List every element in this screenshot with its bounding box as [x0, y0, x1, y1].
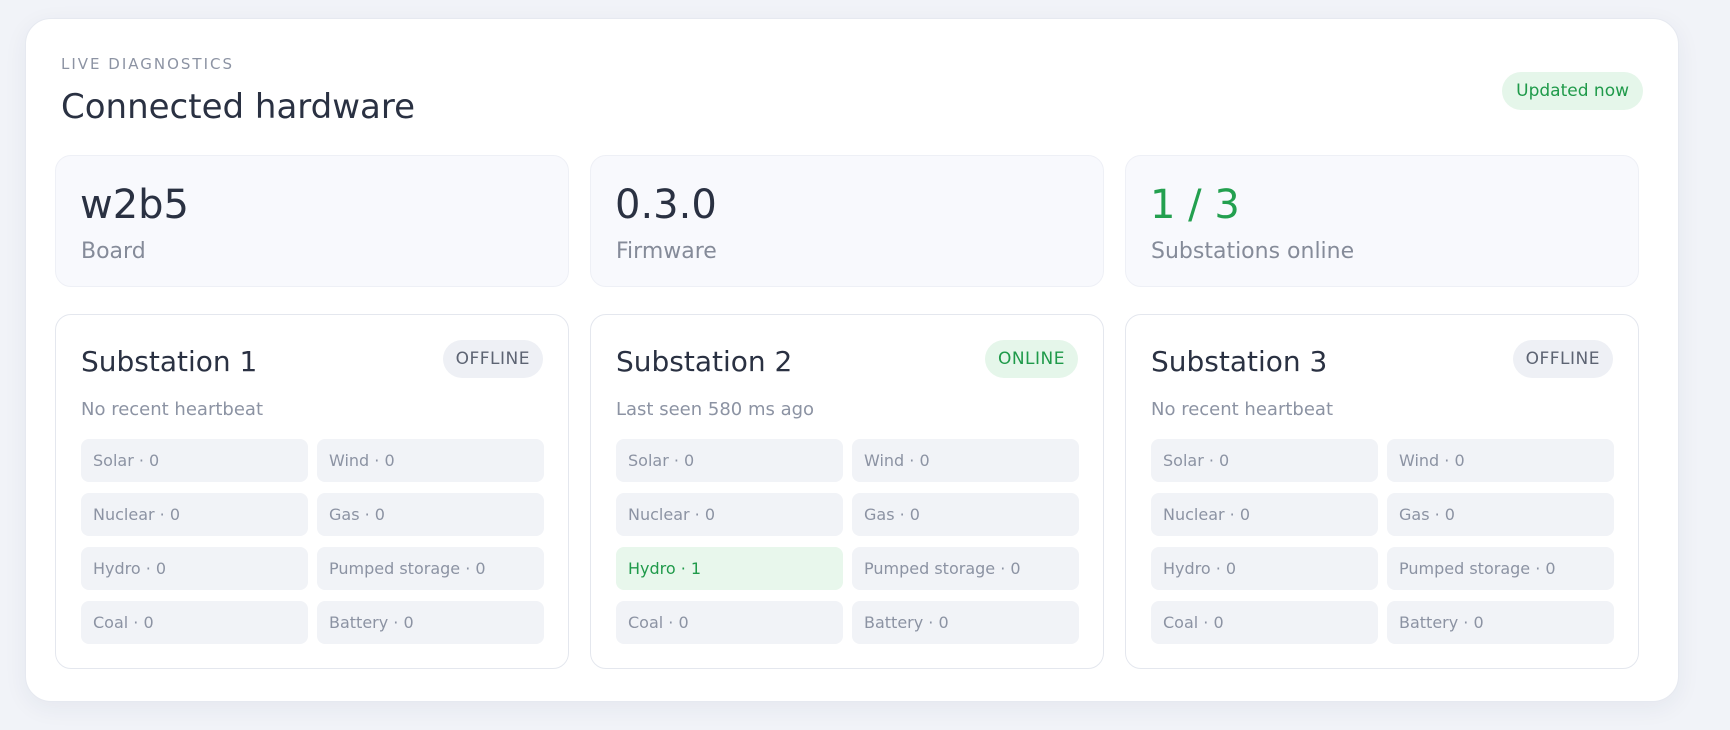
source-chip-nuclear: Nuclear · 0 [1151, 493, 1378, 536]
stat-substations-online: 1 / 3 Substations online [1125, 155, 1639, 287]
substation-card-3: Substation 3 OFFLINE No recent heartbeat… [1125, 314, 1639, 669]
substation-card-1: Substation 1 OFFLINE No recent heartbeat… [55, 314, 569, 669]
source-chip-gas: Gas · 0 [852, 493, 1079, 536]
source-chip-gas: Gas · 0 [317, 493, 544, 536]
source-chip-battery: Battery · 0 [852, 601, 1079, 644]
stat-firmware: 0.3.0 Firmware [590, 155, 1104, 287]
status-badge: OFFLINE [442, 340, 543, 378]
firmware-value: 0.3.0 [615, 182, 717, 228]
source-chip-coal: Coal · 0 [616, 601, 843, 644]
source-chip-hydro: Hydro · 0 [81, 547, 308, 590]
board-value: w2b5 [80, 182, 190, 228]
source-chip-coal: Coal · 0 [81, 601, 308, 644]
source-grid: Solar · 0 Wind · 0 Nuclear · 0 Gas · 0 H… [81, 439, 544, 644]
source-chip-wind: Wind · 0 [317, 439, 544, 482]
status-badge: ONLINE [984, 340, 1078, 378]
firmware-label: Firmware [616, 239, 717, 264]
source-chip-wind: Wind · 0 [852, 439, 1079, 482]
diagnostics-card: LIVE DIAGNOSTICS Connected hardware Upda… [25, 18, 1679, 702]
status-badge: OFFLINE [1512, 340, 1613, 378]
source-grid: Solar · 0 Wind · 0 Nuclear · 0 Gas · 0 H… [1151, 439, 1614, 644]
board-label: Board [81, 239, 146, 264]
source-chip-gas: Gas · 0 [1387, 493, 1614, 536]
substation-card-2: Substation 2 ONLINE Last seen 580 ms ago… [590, 314, 1104, 669]
source-chip-nuclear: Nuclear · 0 [81, 493, 308, 536]
substation-name: Substation 1 [81, 345, 258, 378]
source-chip-battery: Battery · 0 [1387, 601, 1614, 644]
stat-board: w2b5 Board [55, 155, 569, 287]
substation-name: Substation 3 [1151, 345, 1328, 378]
source-chip-hydro: Hydro · 0 [1151, 547, 1378, 590]
page-title: Connected hardware [61, 87, 416, 127]
source-chip-wind: Wind · 0 [1387, 439, 1614, 482]
substations-online-value: 1 / 3 [1150, 182, 1240, 228]
source-chip-solar: Solar · 0 [81, 439, 308, 482]
source-chip-solar: Solar · 0 [616, 439, 843, 482]
source-chip-solar: Solar · 0 [1151, 439, 1378, 482]
substations-online-label: Substations online [1151, 239, 1355, 264]
source-chip-pumped-storage: Pumped storage · 0 [1387, 547, 1614, 590]
source-grid: Solar · 0 Wind · 0 Nuclear · 0 Gas · 0 H… [616, 439, 1079, 644]
source-chip-pumped-storage: Pumped storage · 0 [852, 547, 1079, 590]
source-chip-nuclear: Nuclear · 0 [616, 493, 843, 536]
heartbeat-text: No recent heartbeat [1151, 399, 1333, 420]
source-chip-battery: Battery · 0 [317, 601, 544, 644]
source-chip-coal: Coal · 0 [1151, 601, 1378, 644]
heartbeat-text: Last seen 580 ms ago [616, 399, 815, 420]
section-eyebrow: LIVE DIAGNOSTICS [61, 55, 235, 73]
source-chip-pumped-storage: Pumped storage · 0 [317, 547, 544, 590]
substation-name: Substation 2 [616, 345, 793, 378]
source-chip-hydro: Hydro · 1 [616, 547, 843, 590]
heartbeat-text: No recent heartbeat [81, 399, 263, 420]
updated-badge: Updated now [1502, 72, 1643, 110]
